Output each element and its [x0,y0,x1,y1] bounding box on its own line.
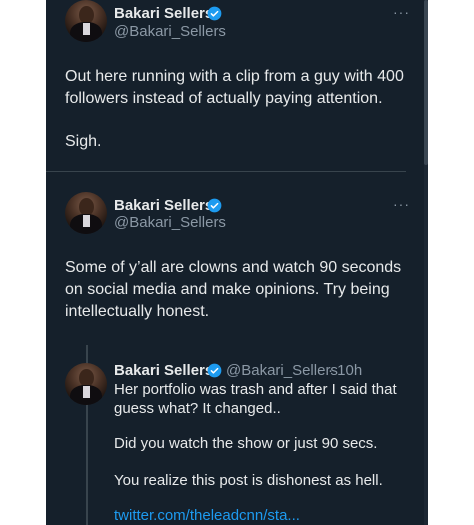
author-name[interactable]: Bakari Sellers [114,5,213,22]
reply-text-line: Did you watch the show or just 90 secs. [114,435,378,452]
verified-badge-icon [207,363,222,378]
author-handle[interactable]: @Bakari_Sellers [226,362,338,379]
scrollbar[interactable] [424,0,428,525]
reply-text-line: guess what? It changed.. [114,400,281,417]
avatar[interactable] [65,0,107,42]
tweet-time: · 10h [328,362,363,379]
author-name[interactable]: Bakari Sellers [114,197,213,214]
reply-text-line: Her portfolio was trash and after I said… [114,381,397,398]
tweet-text-line: Some of y’all are clowns and watch 90 se… [65,259,402,276]
author-name[interactable]: Bakari Sellers [114,362,213,379]
more-options-icon[interactable]: ··· [393,5,410,19]
tweet-text-line: intellectually honest. [65,303,210,320]
author-handle[interactable]: @Bakari_Sellers [114,23,226,40]
tweet-text-line: Out here running with a clip from a guy … [65,68,404,85]
avatar[interactable] [65,363,107,405]
scrollbar-thumb[interactable] [424,0,428,165]
verified-badge-icon [207,6,222,21]
reply-text-line: You realize this post is dishonest as he… [114,472,383,489]
tweet-link[interactable]: twitter.com/theleadcnn/sta... [114,507,300,524]
divider [46,171,406,172]
tweet-text-line: Sigh. [65,133,102,150]
tweet-text-line: followers instead of actually paying att… [65,90,383,107]
avatar[interactable] [65,192,107,234]
tweet-thread-view: Bakari Sellers @Bakari_Sellers ··· Out h… [46,0,428,525]
tweet-text-line: on social media and make opinions. Try b… [65,281,390,298]
more-options-icon[interactable]: ··· [393,197,410,211]
author-handle[interactable]: @Bakari_Sellers [114,214,226,231]
verified-badge-icon [207,198,222,213]
